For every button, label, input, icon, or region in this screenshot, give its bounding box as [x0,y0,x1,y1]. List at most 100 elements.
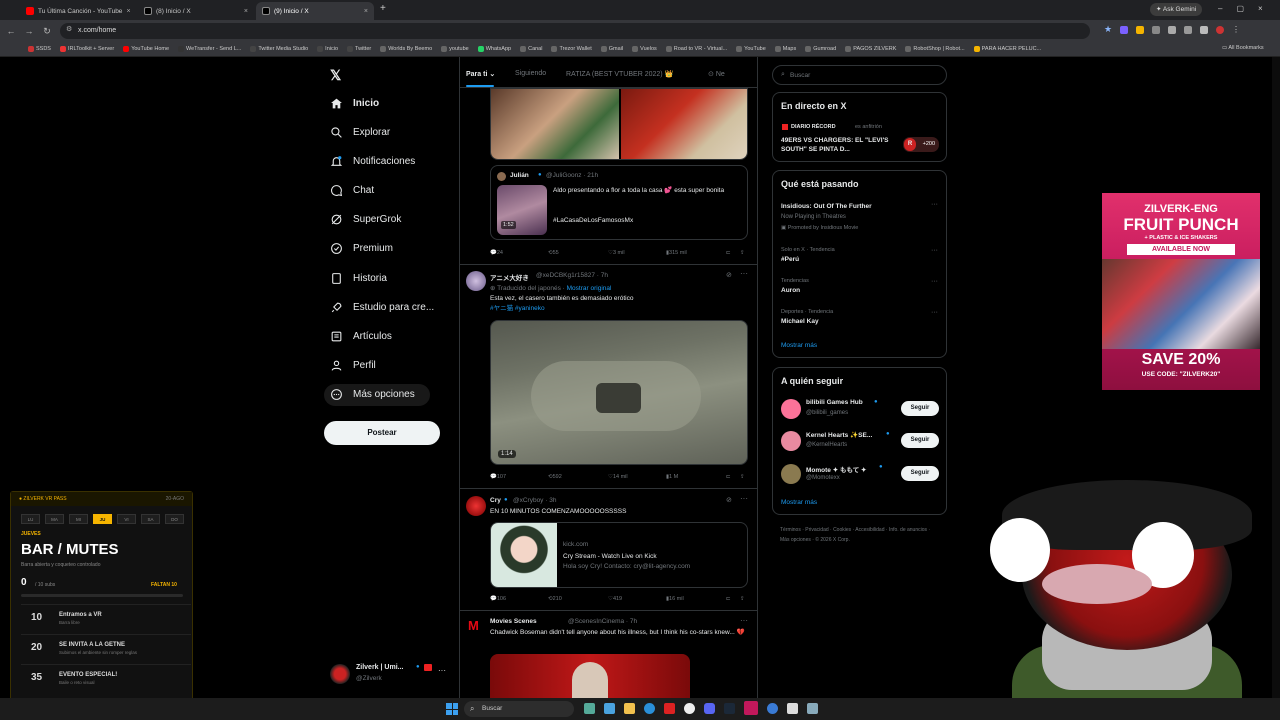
close-icon[interactable]: × [126,8,130,15]
more-dots-icon[interactable]: ··· [740,494,748,503]
bookmark-item[interactable]: Twitter [347,46,371,52]
trend-name[interactable]: Auron [781,287,800,294]
bookmark-item[interactable]: WhatsApp [477,46,511,52]
window-controls[interactable]: –▢× [1218,4,1277,13]
follow-button[interactable]: Seguir [901,433,939,448]
avatar[interactable] [466,496,486,516]
tab-for-you[interactable]: Para ti ⌄ [466,70,495,78]
bookmark-icon[interactable]: ⊏ [726,474,731,480]
app-icon[interactable] [807,703,818,714]
new-tab-button[interactable]: + [380,3,386,14]
avatar[interactable] [466,271,486,291]
bookmark-item[interactable]: YouTube Home [123,46,169,52]
reply-button[interactable]: 💬 106 [490,596,506,602]
like-button[interactable]: ♡ 419 [608,596,622,602]
nav-profile[interactable]: Perfil [330,359,376,372]
reload-icon[interactable]: ↻ [38,26,56,37]
bookmark-item[interactable]: IRLToolkit + Server [59,46,114,52]
quoted-tweet[interactable]: Julián ● @JuliGoonz · 21h 1:52 Aldo pres… [490,165,748,240]
tweet-image[interactable] [490,654,690,698]
tweet-media-grid[interactable] [490,88,748,160]
ad-banner[interactable]: ZILVERK-ENG FRUIT PUNCH + PLASTIC & ICE … [1102,193,1260,390]
like-button[interactable]: ♡ 14 mil [608,474,628,480]
show-more-follow-link[interactable]: Mostrar más [781,499,817,506]
bookmark-item[interactable]: WeTransfer - Send L... [178,46,241,52]
tweet-author-name[interactable]: Cry [490,497,501,504]
share-icon[interactable]: ⇪ [740,250,745,256]
windows-start-icon[interactable] [446,703,458,715]
tweet-author-handle[interactable]: @xCryboy · 3h [513,497,556,504]
url-input[interactable]: x.com/home [60,23,1090,39]
quoted-hashtag[interactable]: #LaCasaDeLosFamososMx [553,216,633,225]
task-view-icon[interactable] [584,703,595,714]
tweet-author-name[interactable]: Movies Scenes [490,618,537,625]
search-input[interactable]: ⌕ Buscar [772,65,947,85]
discord-icon[interactable] [704,703,715,714]
follow-button[interactable]: Seguir [901,401,939,416]
download-icon[interactable] [1200,26,1208,34]
tweet-hashtags[interactable]: #ヤニ猫 #yanineko [490,304,545,313]
more-dots-icon[interactable]: ··· [931,201,938,208]
nav-articles[interactable]: Artículos [330,330,392,343]
page-scrollbar[interactable] [1272,57,1280,698]
avatar[interactable] [781,399,801,419]
nav-history[interactable]: Historia [330,272,387,285]
live-space-title[interactable]: 49ERS VS CHARGERS: EL "LEVI'S SOUTH" SE … [781,136,891,154]
tab-following[interactable]: Siguiendo [515,70,546,77]
like-button[interactable]: ♡ 3 mil [608,250,625,256]
avatar[interactable]: M [468,618,479,633]
app-icon[interactable] [767,703,778,714]
bookmark-item[interactable]: Gmail [600,46,623,52]
profile-avatar-icon[interactable] [1216,26,1224,34]
follow-button[interactable]: Seguir [901,466,939,481]
repost-button[interactable]: ⟲ 210 [548,596,562,602]
reply-button[interactable]: 💬 24 [490,250,503,256]
share-icon[interactable]: ⇪ [740,596,745,602]
app-icon[interactable] [787,703,798,714]
tweet-image[interactable] [621,89,747,159]
suggested-user-name[interactable]: Kernel Hearts ✨SE... [806,431,872,439]
show-original-link[interactable]: Mostrar original [567,285,612,292]
more-dots-icon[interactable]: ··· [931,309,938,316]
show-more-trends-link[interactable]: Mostrar más [781,342,817,349]
app-icon[interactable] [664,703,675,714]
nav-creator-studio[interactable]: Estudio para cre... [330,301,434,314]
bookmark-item[interactable]: Trezor Wallet [551,46,592,52]
ask-gemini-button[interactable]: ✦ Ask Gemini [1150,3,1203,16]
bookmark-item[interactable]: Twitter Media Studio [250,46,308,52]
app-icon[interactable] [744,701,758,715]
nav-premium[interactable]: Premium [330,242,393,255]
taskbar-search[interactable]: ⌕ Buscar [464,701,574,717]
account-switcher[interactable]: Zilverk | Umi... ● @Zilverk ··· [330,662,470,686]
link-card[interactable]: kick.com Cry Stream - Watch Live on Kick… [490,522,748,588]
bookmark-item[interactable]: YouTube [736,46,766,52]
views-button[interactable]: ▮ 315 mil [666,250,687,256]
bookmark-icon[interactable]: ⊏ [726,250,731,256]
tab-more[interactable]: ⊙ Ne [708,70,725,78]
bookmark-item[interactable]: Gumroad [805,46,836,52]
tweet-author-handle[interactable]: @xeDCBKg1r15827 · 7h [536,272,608,279]
bookmark-star-icon[interactable]: ★ [1104,24,1112,35]
repost-button[interactable]: ⟲ 592 [548,474,562,480]
share-icon[interactable]: ⇪ [740,474,745,480]
footer-links[interactable]: Términos · Privacidad · Cookies · Accesi… [780,525,940,545]
close-icon[interactable]: × [364,8,368,15]
bookmark-item[interactable]: PAGOS ZILVERK [845,46,896,52]
nav-home[interactable]: Inicio [330,97,379,110]
bookmark-item[interactable]: Maps [774,46,796,52]
bookmark-item[interactable]: Canal [520,46,542,52]
suggested-user-name[interactable]: bilibili Games Hub [806,399,863,406]
grok-icon[interactable]: ⊘ [726,271,732,279]
site-info-icon[interactable]: ⚙ [66,25,72,33]
tweet-author-name[interactable]: アニメ大好き [490,272,529,282]
steam-icon[interactable] [724,703,735,714]
grok-icon[interactable]: ⊘ [726,496,732,504]
tweet-image[interactable] [491,89,619,159]
bookmark-item[interactable]: Vuelos [632,46,657,52]
bookmark-icon[interactable]: ⊏ [726,596,731,602]
views-button[interactable]: ▮ 1 M [666,474,678,480]
tweet-author-handle[interactable]: @ScenesInCinema · 7h [568,618,637,625]
nav-more-options[interactable]: Más opciones [330,388,415,401]
more-dots-icon[interactable]: ··· [438,666,446,675]
forward-icon[interactable]: → [20,26,38,36]
